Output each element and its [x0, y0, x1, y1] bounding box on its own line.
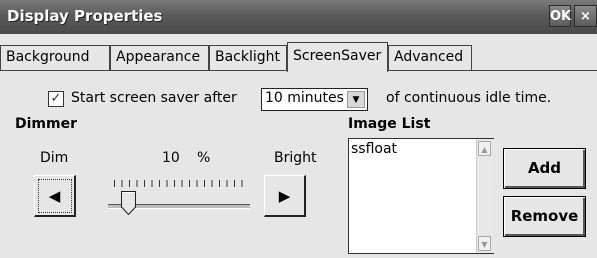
window-title: Display Properties	[7, 7, 163, 25]
add-button[interactable]: Add	[503, 148, 586, 189]
tab-appearance[interactable]: Appearance	[110, 45, 209, 70]
brightness-slider-thumb[interactable]	[120, 191, 136, 215]
tab-background[interactable]: Background	[0, 45, 110, 70]
start-screensaver-label: Start screen saver after	[71, 90, 237, 106]
start-screensaver-checkbox[interactable]: ✓	[48, 91, 64, 107]
slider-ticks	[114, 180, 248, 187]
remove-button[interactable]: Remove	[503, 196, 586, 237]
dimmer-heading: Dimmer	[15, 116, 77, 132]
left-arrow-icon: ◀	[48, 187, 61, 205]
bright-label: Bright	[274, 150, 317, 166]
scroll-down-icon[interactable]: ▼	[478, 236, 491, 251]
close-button[interactable]: ×	[574, 5, 597, 27]
dim-label: Dim	[40, 150, 69, 166]
idle-suffix-label: of continuous idle time.	[386, 90, 552, 106]
tab-advanced[interactable]: Advanced	[388, 45, 472, 70]
dimmer-unit: %	[197, 150, 211, 166]
tab-backlight[interactable]: Backlight	[209, 45, 287, 70]
tab-screensaver[interactable]: ScreenSaver	[287, 42, 388, 72]
scroll-up-icon[interactable]: ▲	[478, 141, 491, 156]
image-list-heading: Image List	[348, 116, 431, 132]
bright-button[interactable]: ▶	[264, 175, 306, 217]
right-arrow-icon: ▶	[278, 187, 291, 205]
list-item[interactable]: ssfloat	[351, 141, 397, 157]
dimmer-value: 10	[162, 150, 180, 166]
chevron-down-icon[interactable]: ▼	[347, 91, 365, 108]
ok-button[interactable]: OK	[549, 5, 571, 27]
idle-time-value: 10 minutes	[265, 90, 344, 106]
dim-button[interactable]: ◀	[34, 175, 76, 217]
